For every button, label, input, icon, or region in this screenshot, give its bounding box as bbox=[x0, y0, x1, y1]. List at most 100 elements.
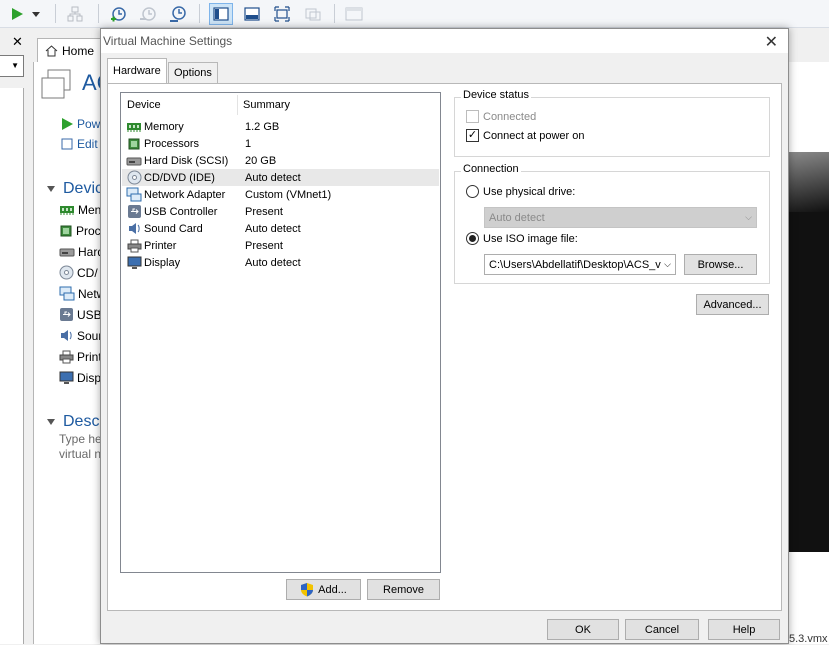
physical-drive-select: Auto detect ⌵ bbox=[484, 207, 757, 228]
chevron-down-icon: ▼ bbox=[11, 61, 19, 70]
device-summary: 1 bbox=[245, 137, 252, 150]
background-device-item[interactable]: USB bbox=[59, 306, 102, 323]
background-device-item[interactable]: Men bbox=[59, 201, 101, 218]
vm-settings-dialog: Virtual Machine Settings ✕ Hardware Opti… bbox=[100, 28, 789, 644]
background-device-item[interactable]: Disp bbox=[59, 369, 101, 386]
background-device-label: USB bbox=[77, 307, 102, 322]
home-tab[interactable]: Home bbox=[37, 38, 107, 62]
snapshot-revert-icon bbox=[137, 3, 159, 25]
chevron-down-icon[interactable]: ⌵ bbox=[664, 259, 671, 270]
radio-circle-selected bbox=[466, 232, 479, 245]
power-on-play-icon[interactable] bbox=[6, 3, 28, 25]
home-tab-label: Home bbox=[62, 43, 95, 58]
description-section-header[interactable]: Descri bbox=[46, 413, 108, 431]
checkmark-icon: ✓ bbox=[466, 129, 479, 142]
device-name: Printer bbox=[144, 239, 177, 252]
checkbox-box bbox=[466, 110, 479, 123]
close-library-icon[interactable]: ✕ bbox=[12, 34, 23, 50]
device-summary: Custom (VMnet1) bbox=[245, 188, 332, 201]
shield-icon bbox=[301, 583, 314, 597]
printer-icon bbox=[59, 350, 74, 364]
cd-dvd-icon bbox=[126, 170, 142, 186]
use-iso-image-radio[interactable]: Use ISO image file: bbox=[466, 232, 578, 245]
library-search-dropdown[interactable]: ▼ bbox=[0, 55, 24, 77]
add-button[interactable]: Add... bbox=[286, 579, 361, 600]
cancel-button[interactable]: Cancel bbox=[625, 619, 699, 640]
connection-legend: Connection bbox=[461, 163, 521, 175]
vm-preview-thumbnail[interactable] bbox=[787, 152, 829, 552]
device-summary: Auto detect bbox=[245, 171, 301, 184]
background-device-item[interactable]: CD/ bbox=[59, 264, 98, 281]
device-row[interactable]: Sound Card Auto detect bbox=[122, 220, 439, 237]
device-row[interactable]: Memory 1.2 GB bbox=[122, 118, 439, 135]
column-divider[interactable] bbox=[237, 95, 238, 115]
help-button[interactable]: Help bbox=[708, 619, 780, 640]
dialog-titlebar[interactable]: Virtual Machine Settings ✕ bbox=[101, 29, 788, 53]
background-device-label: Proc bbox=[76, 223, 101, 238]
background-device-label: Sour bbox=[77, 328, 103, 343]
connect-at-power-on-checkbox[interactable]: ✓ Connect at power on bbox=[466, 129, 585, 142]
full-screen-icon[interactable] bbox=[270, 3, 294, 25]
use-physical-drive-radio[interactable]: Use physical drive: bbox=[466, 185, 575, 198]
processor-icon bbox=[59, 224, 73, 238]
power-dropdown-chevron-icon[interactable] bbox=[29, 3, 43, 25]
sound-card-icon bbox=[59, 328, 74, 343]
show-library-icon[interactable] bbox=[209, 3, 233, 25]
memory-icon bbox=[59, 204, 75, 216]
background-device-item[interactable]: Proc bbox=[59, 222, 101, 239]
device-row[interactable]: Display Auto detect bbox=[122, 254, 439, 271]
device-name: Processors bbox=[144, 137, 200, 150]
toolbar-separator bbox=[334, 4, 335, 23]
snapshot-take-icon[interactable] bbox=[107, 3, 129, 25]
tab-hardware[interactable]: Hardware bbox=[107, 58, 167, 84]
background-device-item[interactable]: Sour bbox=[59, 327, 102, 344]
advanced-button[interactable]: Advanced... bbox=[696, 294, 769, 315]
network-disabled-icon bbox=[64, 3, 86, 25]
device-list-header: Device Summary bbox=[121, 93, 440, 117]
device-row[interactable]: Processors 1 bbox=[122, 135, 439, 152]
device-summary: Present bbox=[245, 205, 283, 218]
device-row[interactable]: CD/DVD (IDE) Auto detect bbox=[122, 169, 439, 186]
remove-button[interactable]: Remove bbox=[367, 579, 440, 600]
dialog-title: Virtual Machine Settings bbox=[103, 34, 233, 48]
device-row[interactable]: Printer Present bbox=[122, 237, 439, 254]
column-header-device[interactable]: Device bbox=[127, 99, 161, 111]
background-device-item[interactable]: Print bbox=[59, 348, 102, 365]
device-summary: Auto detect bbox=[245, 222, 301, 235]
tab-options[interactable]: Options bbox=[168, 62, 218, 84]
play-icon bbox=[62, 118, 73, 130]
thumbnail-bar-icon[interactable] bbox=[240, 3, 264, 25]
printer-icon bbox=[126, 238, 142, 254]
background-device-label: Disp bbox=[77, 370, 102, 385]
device-summary: Present bbox=[245, 239, 283, 252]
connected-checkbox: Connected bbox=[466, 110, 536, 123]
power-on-action[interactable]: Pow bbox=[60, 117, 100, 131]
description-placeholder[interactable]: Type he virtual n bbox=[59, 432, 104, 462]
library-panel bbox=[0, 88, 24, 644]
ok-button[interactable]: OK bbox=[547, 619, 619, 640]
cd-dvd-icon bbox=[59, 265, 74, 280]
usb-controller-icon bbox=[59, 307, 74, 322]
close-icon[interactable]: ✕ bbox=[765, 32, 778, 52]
iso-path-combo[interactable]: C:\Users\Abdellatif\Desktop\ACS_v ⌵ bbox=[484, 254, 676, 275]
hardware-tab-panel: Device Summary Memory 1.2 GB Processors 1 Ha… bbox=[107, 83, 782, 611]
browse-button[interactable]: Browse... bbox=[684, 254, 757, 275]
network-adapter-icon bbox=[126, 187, 142, 203]
device-row[interactable]: USB Controller Present bbox=[122, 203, 439, 220]
background-device-item[interactable]: Netw bbox=[59, 285, 105, 302]
chevron-down-icon: ⌵ bbox=[745, 212, 752, 222]
device-list[interactable]: Device Summary Memory 1.2 GB Processors 1 Ha… bbox=[120, 92, 441, 573]
hard-disk-icon bbox=[126, 153, 142, 169]
device-name: Network Adapter bbox=[144, 188, 226, 201]
snapshot-manager-icon[interactable] bbox=[167, 3, 189, 25]
background-device-item[interactable]: Hard bbox=[59, 243, 104, 260]
network-adapter-icon bbox=[59, 286, 75, 301]
device-name: Sound Card bbox=[144, 222, 203, 235]
sound-card-icon bbox=[126, 221, 142, 237]
device-row[interactable]: Network Adapter Custom (VMnet1) bbox=[122, 186, 439, 203]
edit-settings-action[interactable]: Edit bbox=[60, 137, 98, 151]
display-icon bbox=[126, 255, 142, 271]
device-name: Hard Disk (SCSI) bbox=[144, 154, 229, 167]
column-header-summary[interactable]: Summary bbox=[243, 99, 290, 111]
device-row[interactable]: Hard Disk (SCSI) 20 GB bbox=[122, 152, 439, 169]
